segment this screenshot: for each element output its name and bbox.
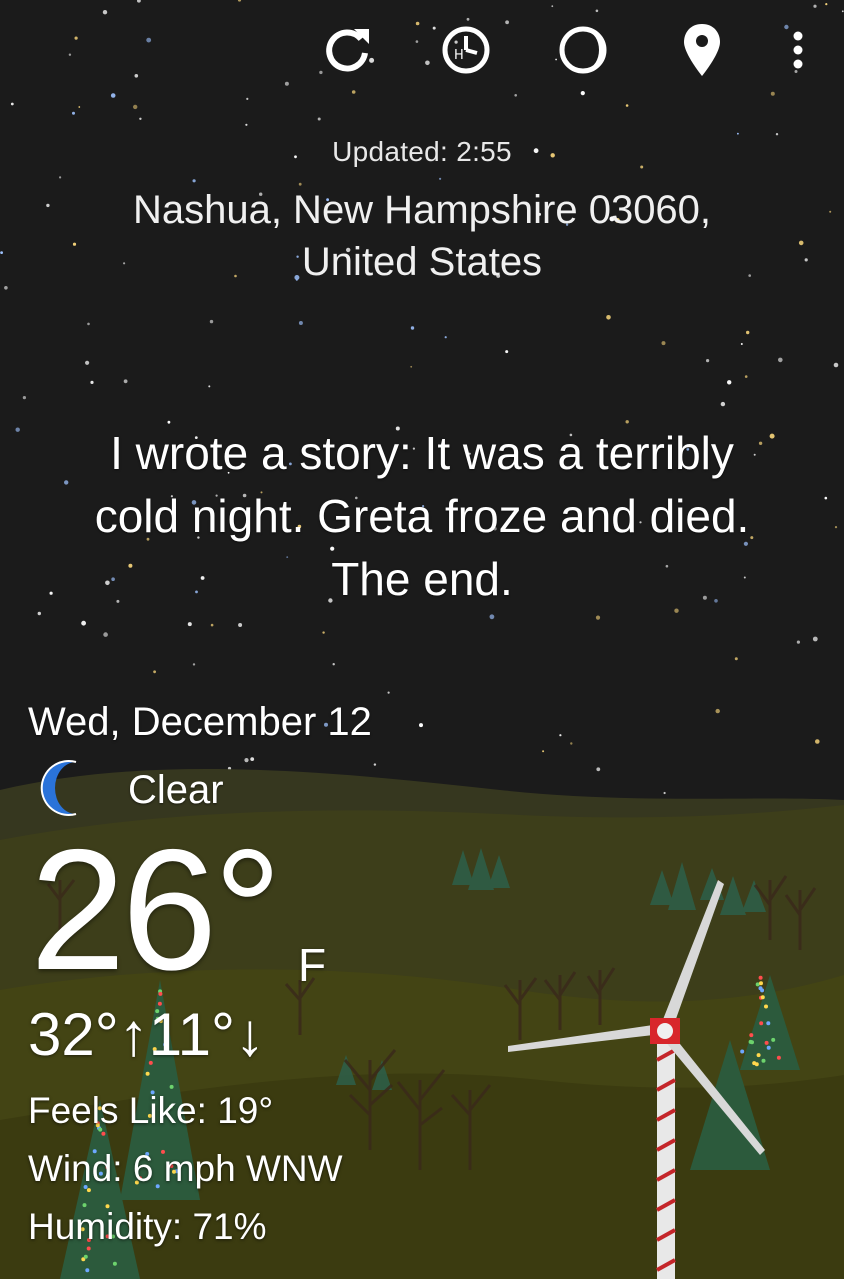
- hourly-forecast-button[interactable]: H: [434, 18, 498, 82]
- svg-text:H: H: [454, 48, 464, 63]
- location-button[interactable]: [670, 18, 734, 82]
- current-date: Wed, December 12: [28, 700, 372, 744]
- overflow-menu-button[interactable]: [766, 18, 830, 82]
- temperature-unit: F: [298, 939, 327, 991]
- overflow-menu-icon: [791, 30, 805, 70]
- humidity: Humidity: 71%: [28, 1206, 267, 1247]
- refresh-icon: [321, 23, 375, 77]
- quip-line-1: I wrote a story: It was a terribly: [110, 427, 734, 479]
- current-temperature[interactable]: 26°: [30, 820, 282, 1000]
- location-line-2: United States: [301, 240, 543, 284]
- condition-label: Clear: [128, 767, 224, 812]
- moon-phase-icon: [556, 23, 610, 77]
- quip-line-3: The end.: [331, 553, 513, 605]
- hourly-clock-icon: H: [439, 23, 493, 77]
- condition-row: Clear: [36, 758, 224, 823]
- moon-phase-button[interactable]: [551, 18, 615, 82]
- updated-time: Updated: 2:55: [332, 136, 512, 167]
- location-line-1: Nashua, New Hampshire 03060,: [132, 188, 712, 232]
- weather-quip[interactable]: I wrote a story: It was a terribly cold …: [20, 422, 824, 611]
- wind-speed: Wind: 6 mph WNW: [28, 1148, 343, 1189]
- location-pin-icon: [680, 21, 724, 79]
- refresh-button[interactable]: [316, 18, 380, 82]
- high-low-temperature: 32°↑11°↓: [28, 1001, 266, 1068]
- quip-line-2: cold night. Greta froze and died.: [94, 490, 750, 542]
- crescent-moon-icon: [36, 758, 92, 823]
- feels-like: Feels Like: 19°: [28, 1090, 274, 1131]
- location-label[interactable]: Nashua, New Hampshire 03060, United Stat…: [60, 184, 784, 288]
- top-toolbar: H: [0, 18, 844, 82]
